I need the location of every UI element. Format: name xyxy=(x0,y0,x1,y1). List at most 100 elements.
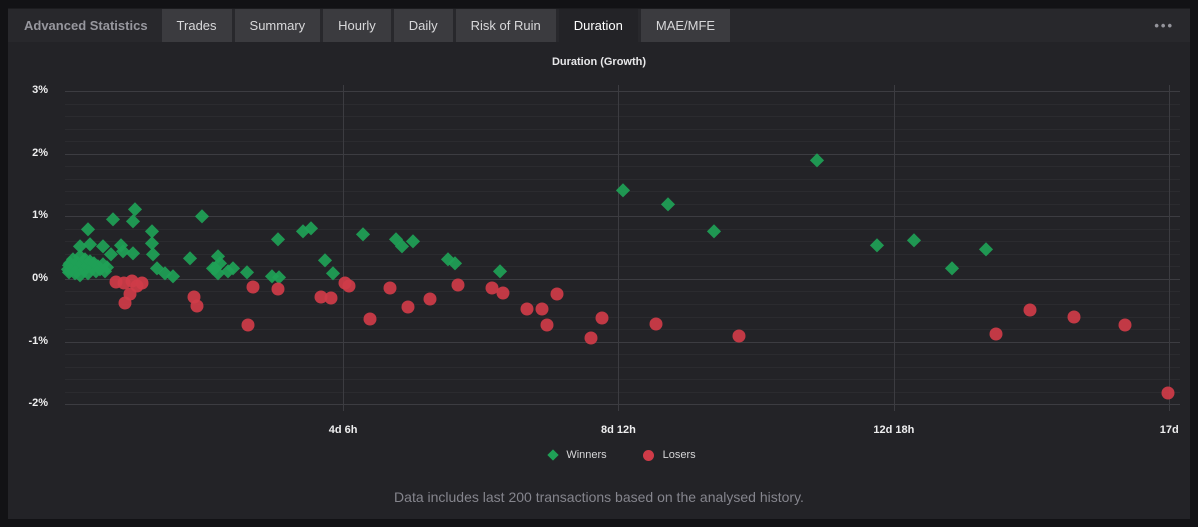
data-point-losers[interactable] xyxy=(423,292,437,306)
data-point-losers[interactable] xyxy=(584,331,598,345)
y-axis-tick-label: 0% xyxy=(32,271,48,284)
minor-gridline xyxy=(65,291,1180,293)
footer-note: Data includes last 200 transactions base… xyxy=(394,489,804,505)
minor-gridline xyxy=(65,316,1180,318)
minor-gridline xyxy=(65,166,1180,168)
minor-gridline xyxy=(65,366,1180,368)
data-point-losers[interactable] xyxy=(1067,310,1081,324)
major-gridline xyxy=(65,404,1180,406)
data-point-winners[interactable] xyxy=(944,260,959,275)
vertical-gridline xyxy=(893,85,895,411)
minor-gridline xyxy=(65,178,1180,180)
tabs-container: Trades Summary Hourly Daily Risk of Ruin Dura… xyxy=(161,9,734,42)
circle-marker-icon xyxy=(642,449,654,461)
data-point-winners[interactable] xyxy=(83,237,98,251)
tab-duration[interactable]: Duration xyxy=(558,9,638,42)
data-point-losers[interactable] xyxy=(246,280,260,294)
tab-risk-of-ruin[interactable]: Risk of Ruin xyxy=(455,9,556,42)
data-point-losers[interactable] xyxy=(324,291,338,305)
data-point-winners[interactable] xyxy=(271,232,285,246)
minor-gridline xyxy=(65,141,1180,143)
y-axis-tick-label: -1% xyxy=(28,334,48,347)
x-axis-tick-label: 17d xyxy=(1159,424,1179,436)
legend-item-losers[interactable]: Losers xyxy=(642,449,696,461)
minor-gridline xyxy=(65,203,1180,205)
minor-gridline xyxy=(65,354,1180,356)
data-point-losers[interactable] xyxy=(496,286,510,300)
data-point-losers[interactable] xyxy=(535,302,549,316)
data-point-winners[interactable] xyxy=(145,224,159,238)
data-point-winners[interactable] xyxy=(661,197,675,211)
chart-panel: Duration (Growth) Winners Losers 3% 2% 1% 0%… xyxy=(8,42,1190,519)
data-point-losers[interactable] xyxy=(342,279,356,293)
data-point-losers[interactable] xyxy=(649,317,663,331)
data-point-winners[interactable] xyxy=(707,224,721,238)
minor-gridline xyxy=(65,304,1180,305)
data-point-losers[interactable] xyxy=(1118,318,1132,332)
data-point-losers[interactable] xyxy=(190,299,204,313)
x-axis-tick-label: 4d 6h xyxy=(328,424,358,436)
minor-gridline xyxy=(65,228,1180,230)
y-axis-tick-label: -2% xyxy=(28,397,48,410)
data-point-winners[interactable] xyxy=(126,245,141,260)
data-point-losers[interactable] xyxy=(989,327,1003,341)
legend-label: Losers xyxy=(662,449,696,461)
major-gridline xyxy=(65,216,1180,218)
data-point-losers[interactable] xyxy=(135,276,149,290)
minor-gridline xyxy=(65,391,1180,393)
legend-item-winners[interactable]: Winners xyxy=(547,449,607,461)
minor-gridline xyxy=(65,253,1180,255)
data-point-winners[interactable] xyxy=(81,222,96,236)
data-point-losers[interactable] xyxy=(1161,386,1175,400)
tab-daily[interactable]: Daily xyxy=(393,9,453,42)
tab-bar: Advanced Statistics Trades Summary Hourly D… xyxy=(8,8,1190,42)
minor-gridline xyxy=(65,329,1180,331)
tab-hourly[interactable]: Hourly xyxy=(323,9,391,42)
data-point-winners[interactable] xyxy=(106,212,121,226)
major-gridline xyxy=(65,278,1180,280)
chart-title: Duration (Growth) xyxy=(551,56,647,68)
tab-trades[interactable]: Trades xyxy=(161,9,232,42)
diamond-marker-icon xyxy=(547,449,559,461)
tab-summary[interactable]: Summary xyxy=(234,9,321,42)
panel-title: Advanced Statistics xyxy=(24,18,148,33)
data-point-losers[interactable] xyxy=(383,281,397,295)
minor-gridline xyxy=(65,116,1180,118)
major-gridline xyxy=(65,341,1180,343)
data-point-losers[interactable] xyxy=(401,300,415,314)
data-point-losers[interactable] xyxy=(540,318,554,332)
data-point-winners[interactable] xyxy=(146,247,160,261)
minor-gridline xyxy=(65,103,1180,105)
major-gridline xyxy=(65,153,1180,155)
data-point-losers[interactable] xyxy=(520,302,534,316)
data-point-winners[interactable] xyxy=(809,153,824,167)
vertical-gridline xyxy=(618,85,620,411)
data-point-losers[interactable] xyxy=(550,287,564,301)
data-point-losers[interactable] xyxy=(732,329,746,343)
legend-label: Winners xyxy=(566,449,607,461)
data-point-losers[interactable] xyxy=(363,312,377,326)
y-axis-tick-label: 2% xyxy=(32,146,48,159)
plot-area[interactable]: Winners Losers 3% 2% 1% 0% -1% -2% 4d 6h 8d 12h 1… xyxy=(28,84,1180,461)
major-gridline xyxy=(65,91,1180,93)
y-axis-tick-label: 1% xyxy=(32,209,48,222)
data-point-losers[interactable] xyxy=(271,282,285,296)
vertical-gridline xyxy=(1169,85,1171,411)
data-point-winners[interactable] xyxy=(195,209,209,223)
minor-gridline xyxy=(65,379,1180,381)
data-point-winners[interactable] xyxy=(326,265,340,280)
data-point-losers[interactable] xyxy=(595,311,609,325)
overflow-menu-icon[interactable]: ••• xyxy=(1138,9,1190,42)
minor-gridline xyxy=(65,241,1180,243)
vertical-gridline xyxy=(343,85,345,411)
data-point-winners[interactable] xyxy=(318,253,332,267)
data-point-losers[interactable] xyxy=(451,278,465,292)
data-point-losers[interactable] xyxy=(241,318,255,332)
chart-legend: Winners Losers xyxy=(65,449,1180,461)
y-axis-tick-label: 3% xyxy=(32,84,48,97)
data-point-winners[interactable] xyxy=(906,233,921,247)
tab-mae-mfe[interactable]: MAE/MFE xyxy=(640,9,731,42)
x-axis-tick-label: 8d 12h xyxy=(601,424,636,436)
data-point-losers[interactable] xyxy=(1023,303,1037,317)
x-axis-tick-label: 12d 18h xyxy=(873,424,915,436)
